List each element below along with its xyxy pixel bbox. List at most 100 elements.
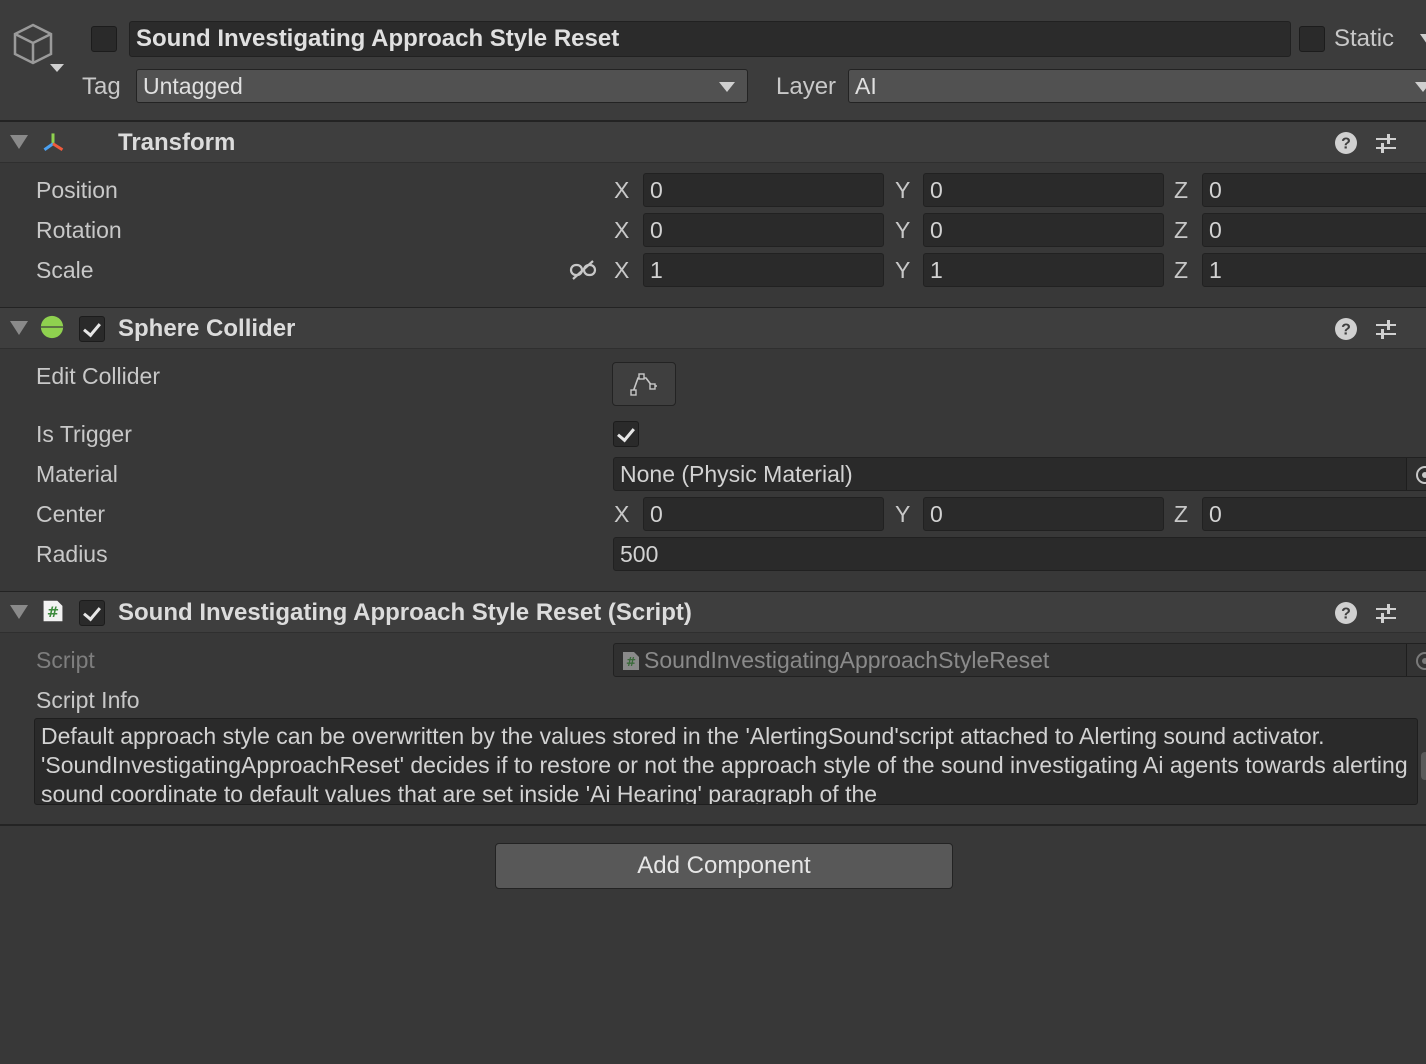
constrain-proportions-unlinked-icon[interactable] — [569, 259, 597, 281]
scale-label[interactable]: Scale — [36, 257, 94, 284]
material-object-field[interactable]: None (Physic Material) — [613, 457, 1426, 491]
script-component-header[interactable]: # Sound Investigating Approach Style Res… — [0, 591, 1426, 633]
rotation-x-field[interactable]: 0 — [643, 213, 884, 247]
presets-sliders-icon[interactable] — [1374, 601, 1398, 625]
scale-y-field[interactable]: 1 — [923, 253, 1164, 287]
center-z-field[interactable]: 0 — [1202, 497, 1426, 531]
center-x-field[interactable]: 0 — [643, 497, 884, 531]
scale-y-value: 1 — [930, 257, 943, 283]
material-value: None (Physic Material) — [620, 461, 853, 487]
script-info-label: Script Info — [36, 687, 140, 713]
rotation-z-axis-label[interactable]: Z — [1174, 217, 1188, 244]
position-x-axis-label[interactable]: X — [614, 177, 629, 204]
sphere-collider-header[interactable]: Sphere Collider ? — [0, 307, 1426, 349]
center-z-value: 0 — [1209, 501, 1222, 527]
scale-x-axis-label[interactable]: X — [614, 257, 629, 284]
static-toggle[interactable] — [1299, 26, 1325, 52]
tag-dropdown[interactable]: Untagged — [136, 69, 748, 103]
checkmark-icon — [83, 318, 101, 338]
foldout-arrow-icon[interactable] — [10, 321, 28, 335]
rotation-label[interactable]: Rotation — [36, 217, 122, 244]
scale-x-value: 1 — [650, 257, 663, 283]
edit-collider-button[interactable] — [612, 362, 676, 406]
rotation-z-value: 0 — [1209, 217, 1222, 243]
rotation-y-axis-label[interactable]: Y — [895, 217, 910, 244]
gameobject-cube-icon[interactable] — [12, 22, 54, 66]
help-icon[interactable]: ? — [1334, 601, 1358, 625]
transform-header[interactable]: Transform ? — [0, 121, 1426, 163]
radius-field[interactable]: 500 — [613, 537, 1426, 571]
is-trigger-label: Is Trigger — [36, 421, 132, 447]
scale-y-axis-label[interactable]: Y — [895, 257, 910, 284]
transform-title: Transform — [118, 129, 236, 156]
object-name-field[interactable]: Sound Investigating Approach Style Reset — [129, 21, 1291, 57]
icon-dropdown-arrow-icon[interactable] — [50, 64, 64, 72]
center-y-axis-label[interactable]: Y — [895, 501, 910, 528]
tag-value: Untagged — [143, 73, 243, 99]
svg-text:#: # — [47, 604, 59, 621]
object-picker-icon — [1416, 652, 1426, 670]
static-dropdown-arrow-icon[interactable] — [1420, 34, 1426, 44]
rotation-z-field[interactable]: 0 — [1202, 213, 1426, 247]
center-x-value: 0 — [650, 501, 663, 527]
is-trigger-checkbox[interactable] — [613, 421, 639, 447]
csharp-script-icon: # — [43, 600, 63, 622]
help-icon[interactable]: ? — [1334, 317, 1358, 341]
foldout-arrow-icon[interactable] — [10, 135, 28, 149]
object-picker-button — [1406, 644, 1426, 676]
object-header: Sound Investigating Approach Style Reset… — [0, 0, 1426, 121]
tag-label: Tag — [82, 73, 121, 100]
scale-z-axis-label[interactable]: Z — [1174, 257, 1188, 284]
script-info-scrollbar[interactable] — [1421, 752, 1426, 780]
chevron-down-icon — [719, 82, 735, 92]
position-y-field[interactable]: 0 — [923, 173, 1164, 207]
center-z-axis-label[interactable]: Z — [1174, 501, 1188, 528]
position-y-axis-label[interactable]: Y — [895, 177, 910, 204]
scale-z-field[interactable]: 1 — [1202, 253, 1426, 287]
layer-label: Layer — [776, 73, 837, 100]
foldout-arrow-icon[interactable] — [10, 605, 28, 619]
radius-label[interactable]: Radius — [36, 541, 108, 568]
presets-sliders-icon[interactable] — [1374, 317, 1398, 341]
layer-value: AI — [855, 73, 877, 99]
script-component-enabled-checkbox[interactable] — [79, 600, 105, 626]
add-component-button[interactable]: Add Component — [495, 843, 953, 889]
script-info-text: Default approach style can be overwritte… — [41, 723, 1408, 805]
center-y-field[interactable]: 0 — [923, 497, 1164, 531]
rotation-y-value: 0 — [930, 217, 943, 243]
svg-text:#: # — [626, 655, 636, 669]
checkmark-icon — [83, 602, 101, 622]
position-z-field[interactable]: 0 — [1202, 173, 1426, 207]
rotation-x-axis-label[interactable]: X — [614, 217, 629, 244]
position-x-value: 0 — [650, 177, 663, 203]
position-y-value: 0 — [930, 177, 943, 203]
center-x-axis-label[interactable]: X — [614, 501, 629, 528]
edit-collider-icon — [630, 373, 657, 396]
checkmark-icon — [617, 423, 635, 443]
sphere-collider-enabled-checkbox[interactable] — [79, 316, 105, 342]
sphere-collider-title: Sphere Collider — [118, 315, 296, 342]
center-label: Center — [36, 501, 106, 527]
position-z-axis-label[interactable]: Z — [1174, 177, 1188, 204]
presets-sliders-icon[interactable] — [1374, 131, 1398, 155]
help-icon[interactable]: ? — [1334, 131, 1358, 155]
object-picker-button[interactable] — [1406, 458, 1426, 490]
context-menu-kebab-icon[interactable] — [1418, 317, 1426, 341]
rotation-y-field[interactable]: 0 — [923, 213, 1164, 247]
position-x-field[interactable]: 0 — [643, 173, 884, 207]
material-label: Material — [36, 461, 118, 487]
transform-icon — [43, 133, 64, 151]
script-label: Script — [36, 647, 95, 673]
script-value: SoundInvestigatingApproachStyleReset — [644, 647, 1050, 673]
svg-text:?: ? — [1341, 322, 1351, 339]
context-menu-kebab-icon[interactable] — [1418, 131, 1426, 155]
context-menu-kebab-icon[interactable] — [1418, 601, 1426, 625]
radius-value: 500 — [620, 541, 659, 567]
layer-dropdown[interactable]: AI — [848, 69, 1426, 103]
active-toggle[interactable] — [91, 26, 117, 52]
position-label[interactable]: Position — [36, 177, 118, 204]
scale-x-field[interactable]: 1 — [643, 253, 884, 287]
script-info-textarea[interactable]: Default approach style can be overwritte… — [34, 718, 1418, 805]
script-component-title: Sound Investigating Approach Style Reset… — [118, 599, 692, 626]
position-z-value: 0 — [1209, 177, 1222, 203]
